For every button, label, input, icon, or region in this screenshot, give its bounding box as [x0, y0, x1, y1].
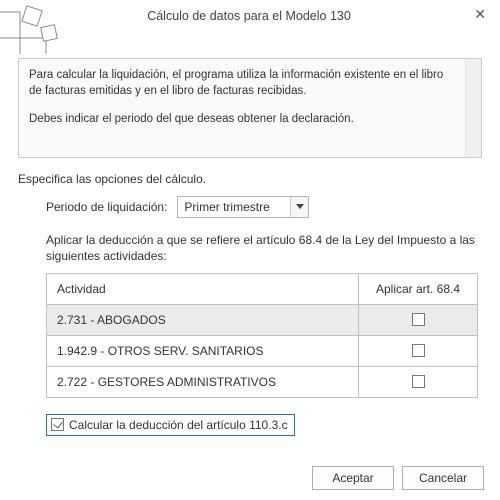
info-paragraph-2: Debes indicar el periodo del que deseas … [29, 111, 457, 127]
table-row[interactable]: 2.731 - ABOGADOS [47, 305, 477, 336]
cell-activity: 2.731 - ABOGADOS [47, 305, 359, 335]
period-row: Periodo de liquidación: Primer trimestre [46, 196, 482, 218]
period-select[interactable]: Primer trimestre [177, 196, 309, 218]
period-value: Primer trimestre [178, 200, 290, 214]
calc-1103c-label: Calcular la deducción del artículo 110.3… [69, 418, 288, 432]
info-scrollbar[interactable] [465, 59, 481, 157]
header-apply: Aplicar art. 68.4 [359, 274, 477, 304]
dialog-title: Cálculo de datos para el Modelo 130 [8, 9, 490, 23]
calc-1103c-checkbox[interactable] [51, 418, 64, 431]
header-activity: Actividad [47, 274, 359, 304]
app-logo [0, 2, 62, 54]
table-row[interactable]: 2.722 - GESTORES ADMINISTRATIVOS [47, 367, 477, 398]
table-header: Actividad Aplicar art. 68.4 [47, 274, 477, 305]
apply-checkbox[interactable] [412, 344, 425, 357]
activities-table: Actividad Aplicar art. 68.4 2.731 - ABOG… [46, 273, 478, 398]
period-label: Periodo de liquidación: [46, 200, 167, 214]
titlebar: Cálculo de datos para el Modelo 130 ✕ [0, 0, 500, 58]
chevron-down-icon[interactable] [290, 197, 308, 217]
calc-1103c-row[interactable]: Calcular la deducción del artículo 110.3… [46, 414, 295, 436]
dialog-footer: Aceptar Cancelar [312, 466, 484, 490]
apply-checkbox[interactable] [412, 375, 425, 388]
cell-activity: 2.722 - GESTORES ADMINISTRATIVOS [47, 367, 359, 397]
apply-checkbox[interactable] [412, 313, 425, 326]
dialog-content: Para calcular la liquidación, el program… [0, 58, 500, 436]
deduction-intro: Aplicar la deducción a que se refiere el… [46, 232, 482, 264]
info-panel: Para calcular la liquidación, el program… [18, 58, 482, 158]
cancel-button[interactable]: Cancelar [402, 466, 484, 490]
cell-activity: 1.942.9 - OTROS SERV. SANITARIOS [47, 336, 359, 366]
options-label: Especifica las opciones del cálculo. [18, 172, 482, 186]
table-row[interactable]: 1.942.9 - OTROS SERV. SANITARIOS [47, 336, 477, 367]
accept-button[interactable]: Aceptar [312, 466, 394, 490]
close-icon[interactable]: ✕ [474, 6, 486, 23]
info-paragraph-1: Para calcular la liquidación, el program… [29, 67, 457, 99]
